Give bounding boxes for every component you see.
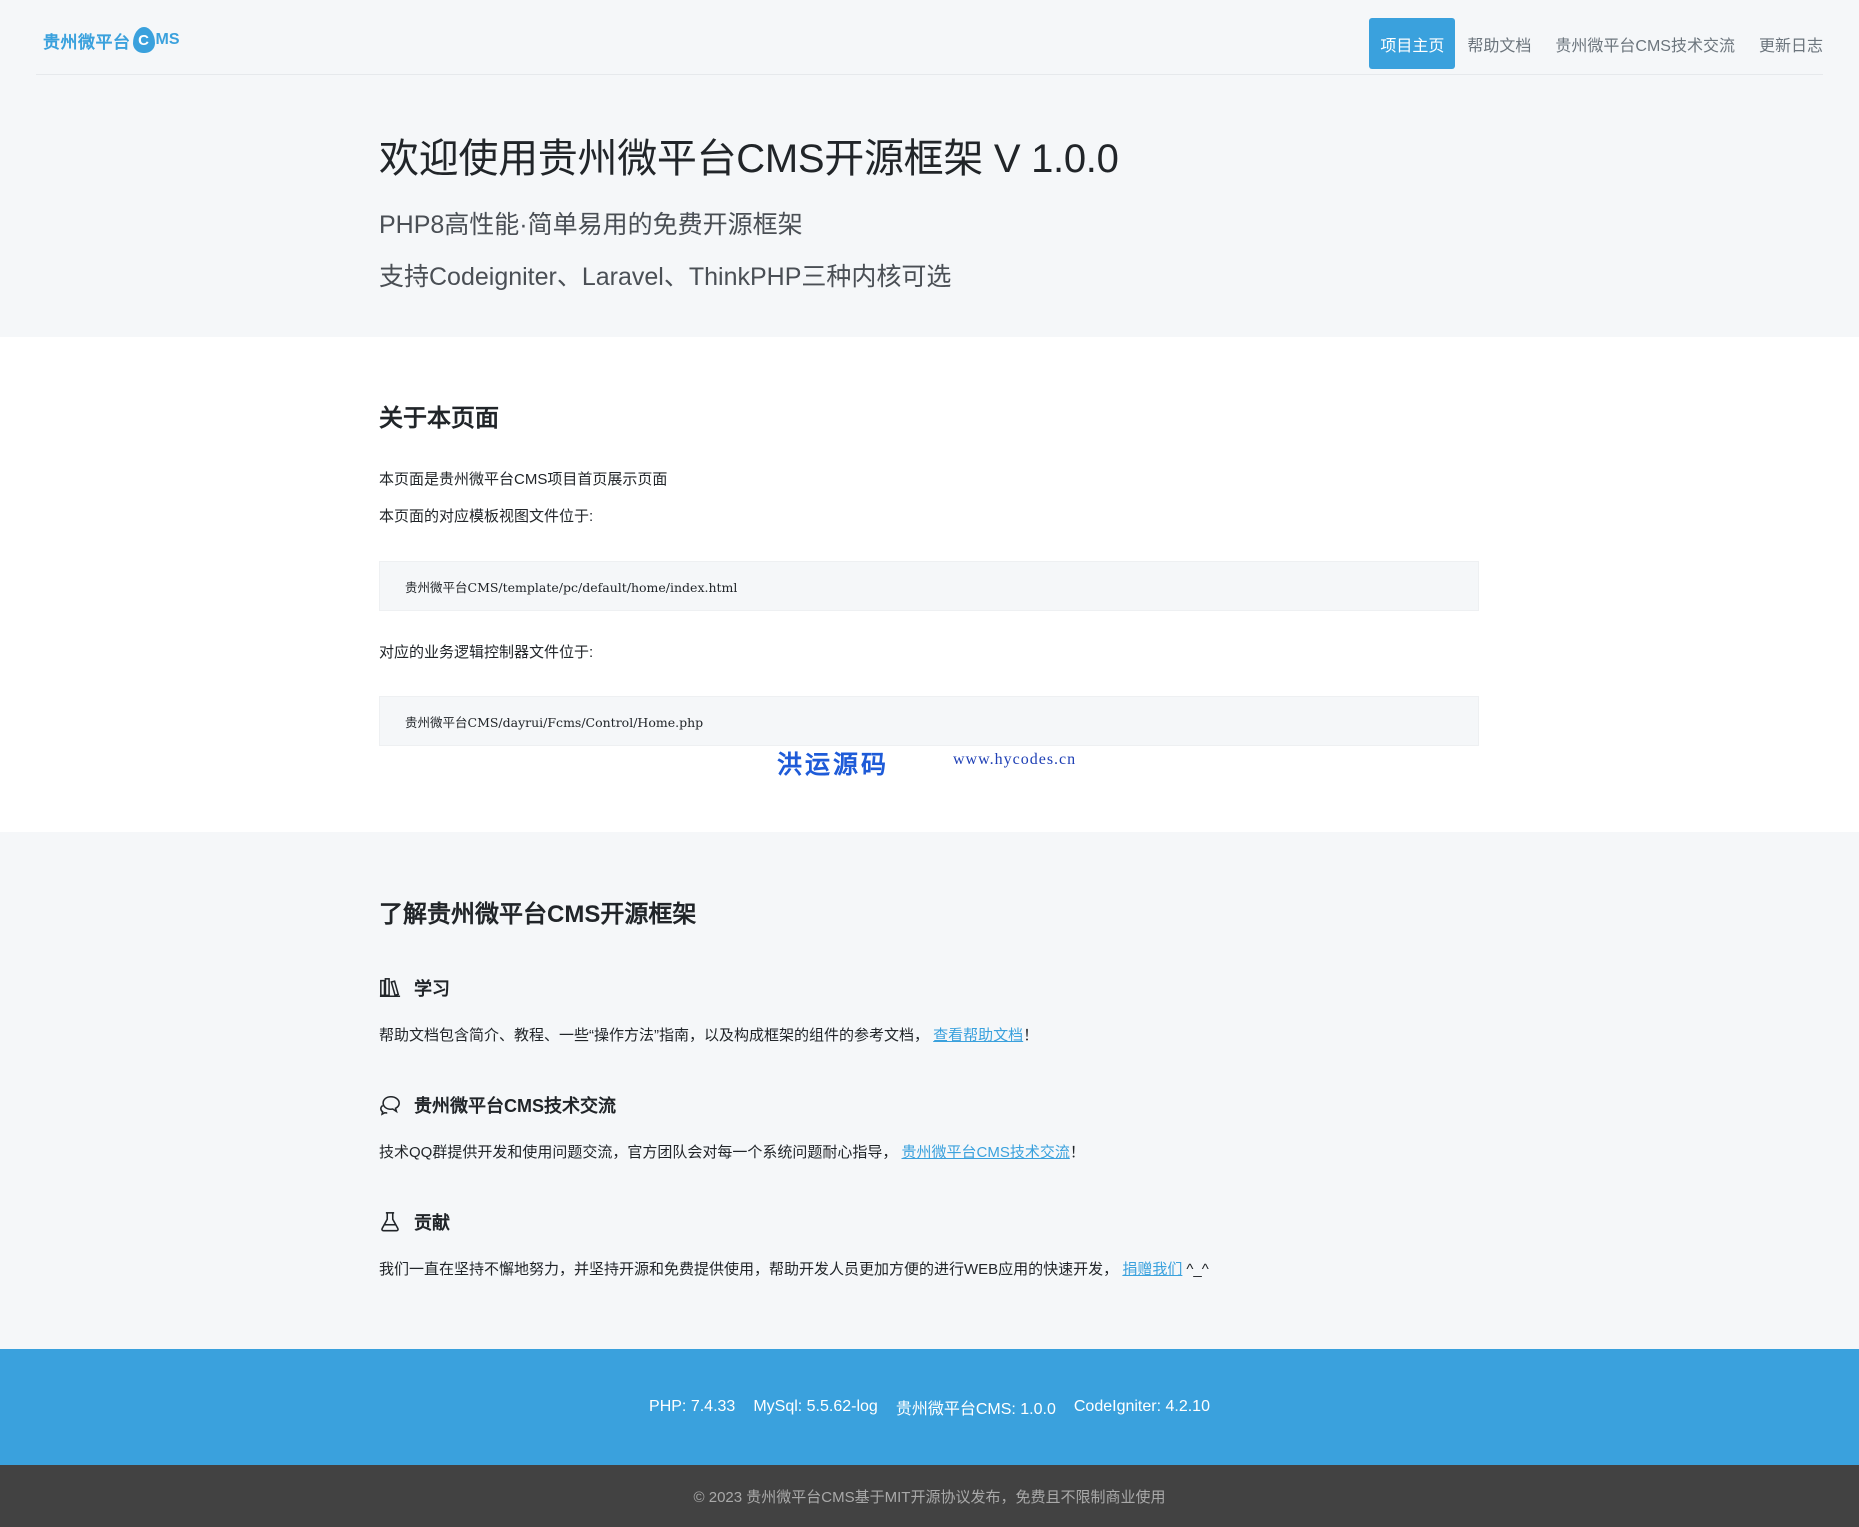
flask-icon	[381, 1212, 399, 1232]
chat-bubbles-icon	[380, 1095, 400, 1116]
docs-link[interactable]: 查看帮助文档	[933, 1027, 1023, 1044]
nav-item-docs[interactable]: 帮助文档	[1455, 18, 1543, 69]
controller-path-code: 贵州微平台CMS/dayrui/Fcms/Control/Home.php	[379, 696, 1479, 746]
donate-link[interactable]: 捐赠我们	[1122, 1261, 1182, 1278]
hero-subtitle-2: 支持Codeigniter、Laravel、ThinkPHP三种内核可选	[379, 263, 952, 291]
books-icon	[379, 978, 401, 998]
top-navbar: 贵州微平台 C MS 项目主页 帮助文档 贵州微平台CMS技术交流 更新日志	[0, 0, 1859, 83]
learn-section: 了解贵州微平台CMS开源框架 学习 帮助文档包含简介、教程、一些“操作方法”指南…	[0, 832, 1859, 1349]
community-link[interactable]: 贵州微平台CMS技术交流	[902, 1144, 1070, 1161]
php-version: PHP: 7.4.33	[649, 1398, 736, 1415]
about-line-1: 本页面是贵州微平台CMS项目首页展示页面	[379, 471, 668, 488]
feature-description: 我们一直在坚持不懈地努力，并坚持开源和免费提供使用，帮助开发人员更加方便的进行W…	[379, 1261, 1119, 1278]
about-section: 关于本页面 本页面是贵州微平台CMS项目首页展示页面 本页面的对应模板视图文件位…	[0, 337, 1859, 832]
cms-version: 贵州微平台CMS: 1.0.0	[895, 1401, 1056, 1418]
template-path-code: 贵州微平台CMS/template/pc/default/home/index.…	[379, 561, 1479, 611]
feature-text-contribute: 我们一直在坚持不懈地努力，并坚持开源和免费提供使用，帮助开发人员更加方便的进行W…	[379, 1258, 1209, 1279]
logo-text: 贵州微平台	[43, 32, 131, 52]
about-line-3: 对应的业务逻辑控制器文件位于:	[379, 644, 594, 661]
feature-heading-label: 贵州微平台CMS技术交流	[414, 1096, 616, 1116]
feature-description: 技术QQ群提供开发和使用问题交流，官方团队会对每一个系统问题耐心指导，	[379, 1144, 898, 1161]
main-nav: 项目主页 帮助文档 贵州微平台CMS技术交流 更新日志	[1369, 18, 1835, 69]
nav-item-changelog[interactable]: 更新日志	[1747, 18, 1835, 69]
header-divider	[36, 74, 1823, 75]
feature-text-community: 技术QQ群提供开发和使用问题交流，官方团队会对每一个系统问题耐心指导， 贵州微平…	[379, 1141, 1085, 1162]
feature-heading-learn: 学习	[379, 975, 450, 1001]
feature-text-learn: 帮助文档包含简介、教程、一些“操作方法”指南，以及构成框架的组件的参考文档， 查…	[379, 1024, 1038, 1045]
site-logo[interactable]: 贵州微平台 C MS	[43, 20, 180, 60]
watermark-url: www.hycodes.cn	[953, 751, 1077, 768]
feature-suffix: ^_^	[1186, 1261, 1209, 1278]
mysql-version: MySql: 5.5.62-log	[753, 1398, 878, 1415]
feature-heading-label: 贡献	[414, 1213, 450, 1233]
hero-title: 欢迎使用贵州微平台CMS开源框架 V 1.0.0	[379, 137, 1119, 181]
feature-description: 帮助文档包含简介、教程、一些“操作方法”指南，以及构成框架的组件的参考文档，	[379, 1027, 929, 1044]
logo-c-mark: C	[132, 27, 155, 53]
feature-heading-community: 贵州微平台CMS技术交流	[379, 1092, 616, 1118]
feature-heading-label: 学习	[414, 979, 450, 999]
feature-suffix: ！	[1023, 1027, 1039, 1044]
watermark-text: 洪运源码	[777, 750, 890, 779]
feature-suffix: ！	[1069, 1144, 1085, 1161]
hero-section: 欢迎使用贵州微平台CMS开源框架 V 1.0.0 PHP8高性能·简单易用的免费…	[0, 83, 1859, 337]
about-title: 关于本页面	[379, 405, 499, 432]
footer-copyright: © 2023 贵州微平台CMS基于MIT开源协议发布，免费且不限制商业使用	[0, 1465, 1859, 1527]
footer-version-bar: PHP: 7.4.33 MySql: 5.5.62-log 贵州微平台CMS: …	[0, 1349, 1859, 1465]
nav-item-community[interactable]: 贵州微平台CMS技术交流	[1543, 18, 1747, 69]
logo-ms-text: MS	[155, 31, 180, 48]
about-line-2: 本页面的对应模板视图文件位于:	[379, 508, 594, 525]
codeigniter-version: CodeIgniter: 4.2.10	[1073, 1398, 1210, 1415]
feature-heading-contribute: 贡献	[379, 1209, 450, 1235]
nav-item-home[interactable]: 项目主页	[1369, 18, 1456, 69]
learn-title: 了解贵州微平台CMS开源框架	[379, 901, 697, 928]
hero-subtitle-1: PHP8高性能·简单易用的免费开源框架	[379, 211, 803, 239]
copyright-text: © 2023 贵州微平台CMS基于MIT开源协议发布，免费且不限制商业使用	[693, 1488, 1166, 1506]
